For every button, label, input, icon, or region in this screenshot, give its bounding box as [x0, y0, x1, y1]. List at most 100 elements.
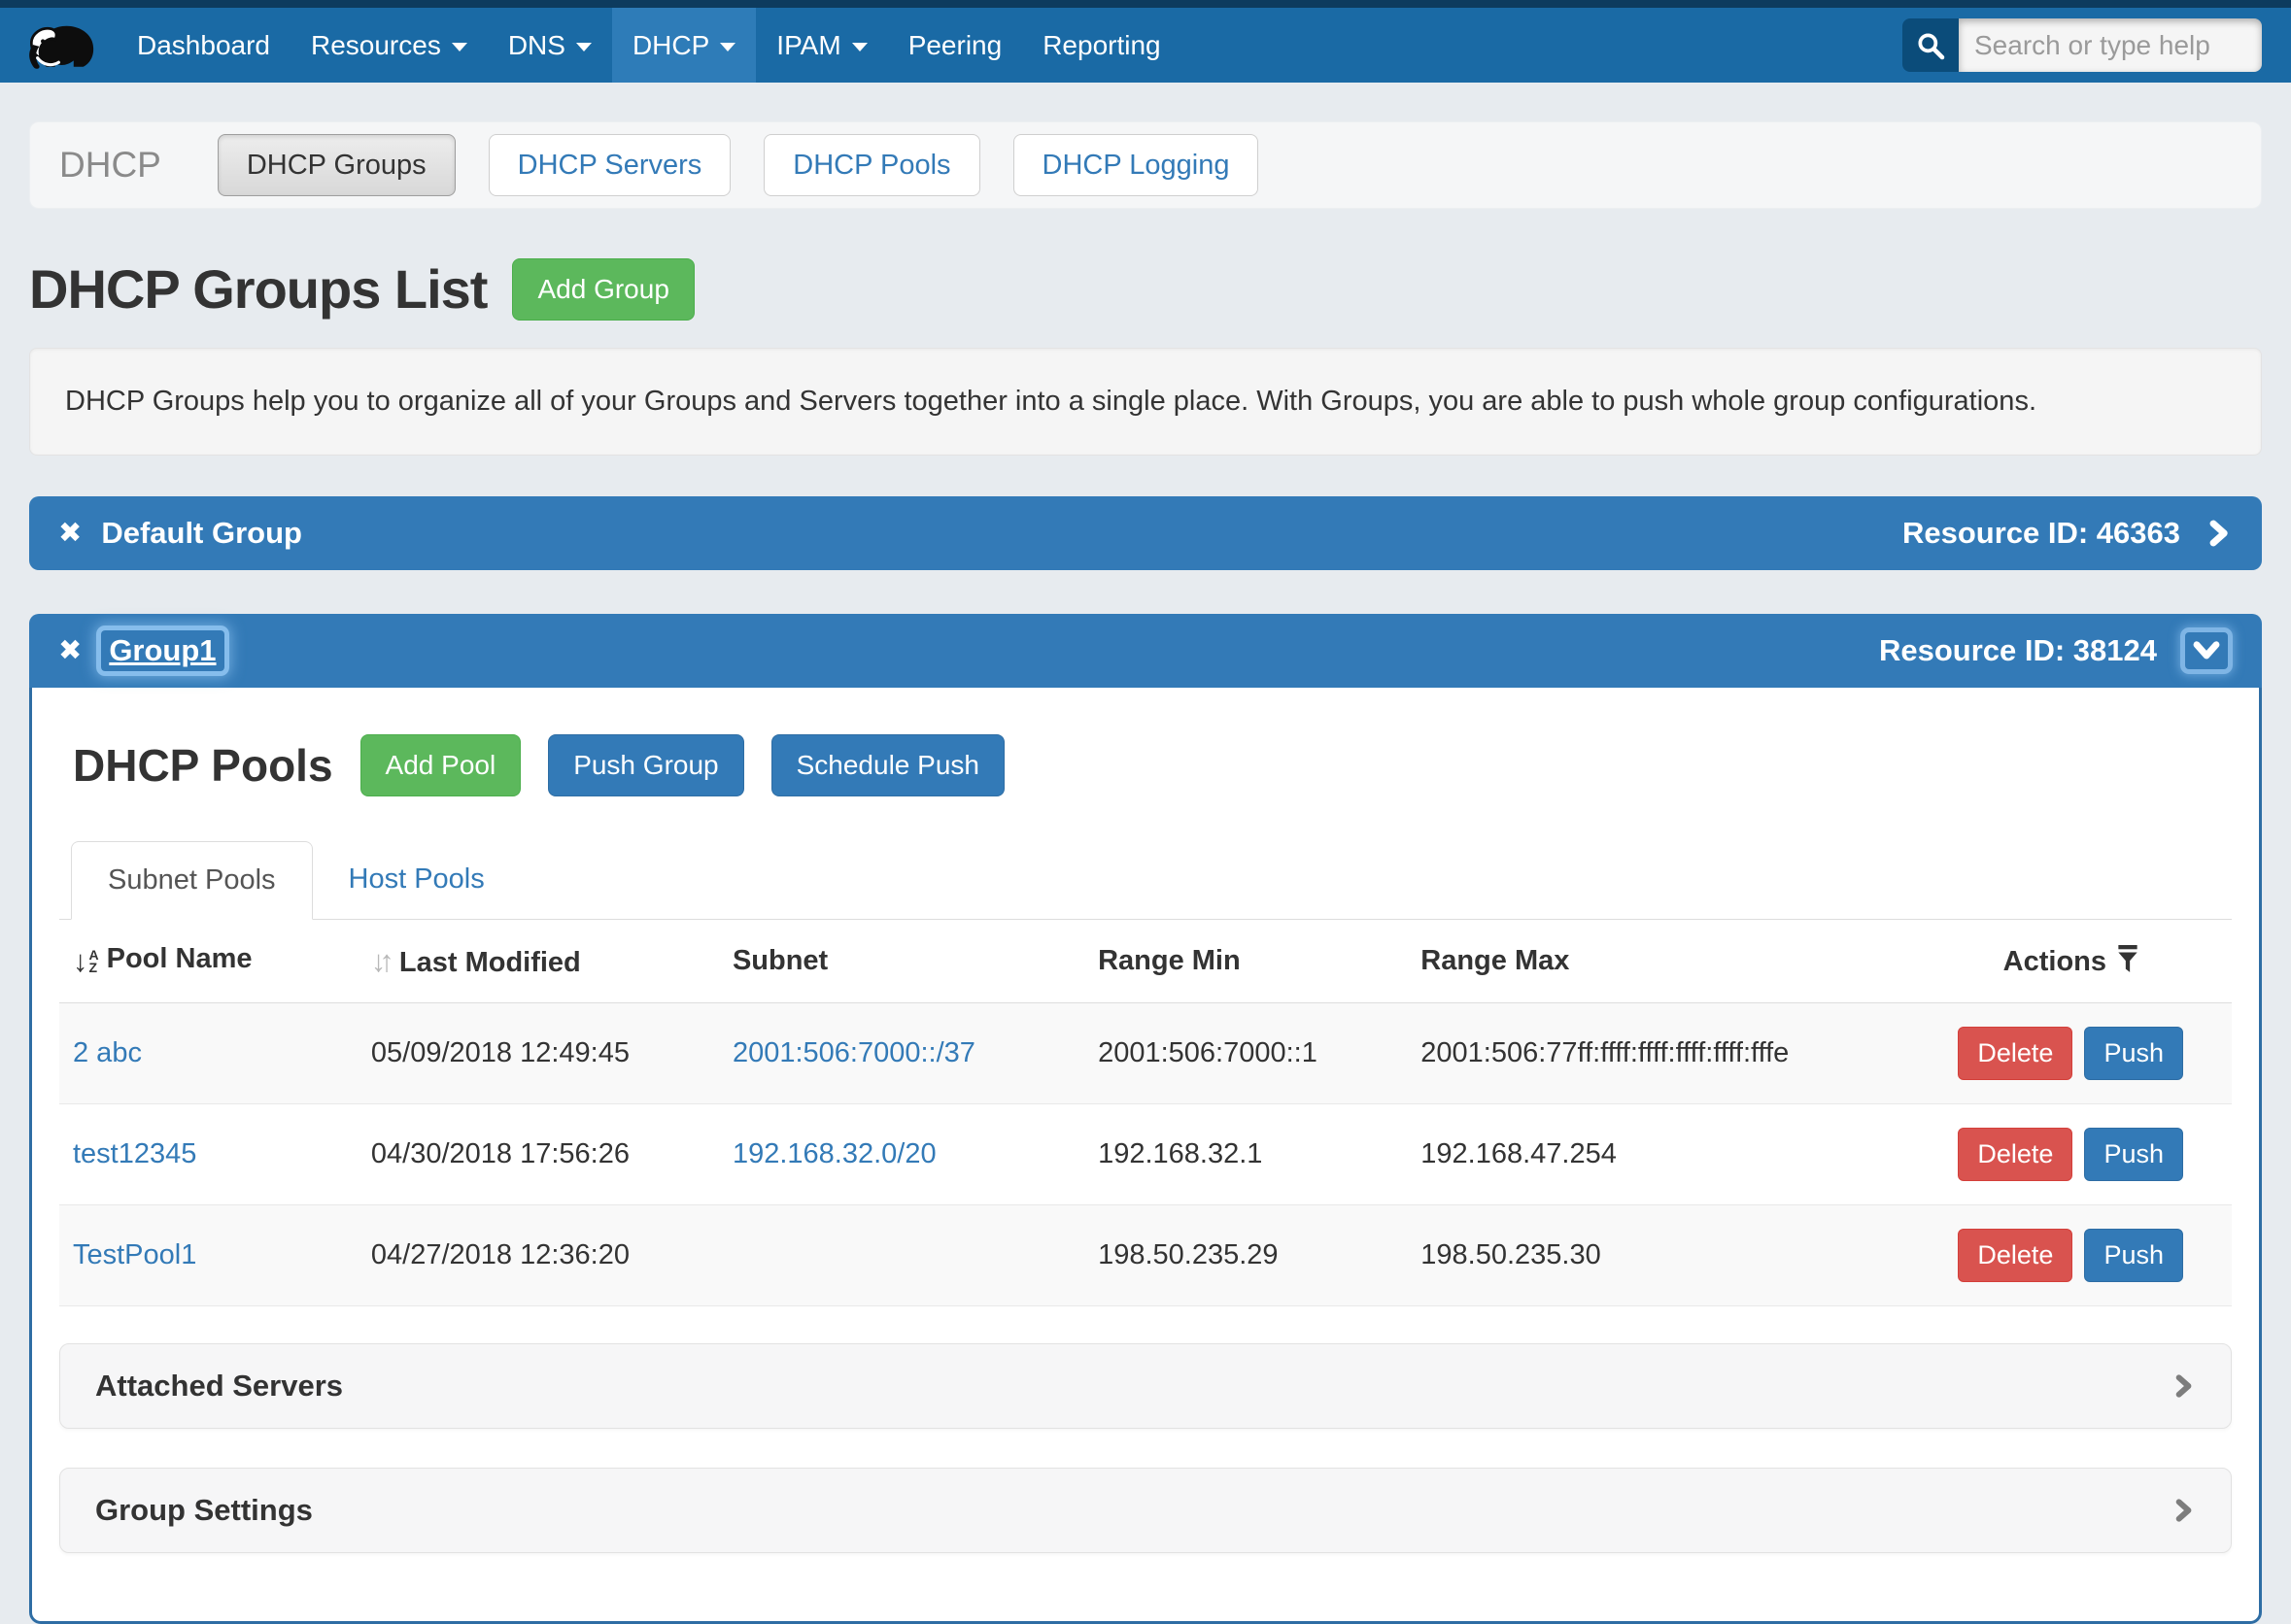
mammoth-logo-icon: [25, 17, 99, 74]
table-row: TestPool1 04/27/2018 12:36:20 198.50.235…: [59, 1205, 2232, 1306]
tab-subnet-pools[interactable]: Subnet Pools: [71, 841, 313, 920]
cell-actions: DeletePush: [1944, 1104, 2232, 1205]
cell-subnet: 192.168.32.0/20: [719, 1104, 1084, 1205]
header-last-modified[interactable]: ↓↑Last Modified: [358, 920, 719, 1003]
cell-range-max: 192.168.47.254: [1407, 1104, 1944, 1205]
header-pool-name[interactable]: ↓ AZ Pool Name: [59, 920, 358, 1003]
pool-name-link[interactable]: test12345: [73, 1138, 196, 1169]
chevron-right-icon[interactable]: [2204, 517, 2233, 550]
subnet-link[interactable]: 192.168.32.0/20: [733, 1138, 937, 1169]
caret-down-icon: [852, 43, 868, 51]
nav-ipam[interactable]: IPAM: [756, 8, 887, 83]
header-range-max[interactable]: Range Max: [1407, 920, 1944, 1003]
add-pool-button[interactable]: Add Pool: [360, 734, 522, 796]
group-panel-group1: ✖ Group1 Resource ID: 38124 DHCP Pools A…: [29, 614, 2262, 1624]
tab-dhcp-groups[interactable]: DHCP Groups: [218, 134, 456, 196]
tab-dhcp-servers[interactable]: DHCP Servers: [489, 134, 732, 196]
cell-range-min: 192.168.32.1: [1084, 1104, 1407, 1205]
nav-label: Reporting: [1043, 30, 1160, 61]
cell-last-modified: 05/09/2018 12:49:45: [358, 1003, 719, 1104]
pool-name-link[interactable]: TestPool1: [73, 1239, 196, 1270]
pools-table: ↓ AZ Pool Name ↓↑Last Modified Subnet Ra…: [59, 920, 2232, 1306]
delete-button[interactable]: Delete: [1958, 1027, 2072, 1080]
pool-tabs: Subnet Pools Host Pools: [59, 841, 2232, 920]
group-bar-group1[interactable]: ✖ Group1 Resource ID: 38124: [29, 614, 2262, 688]
cell-last-modified: 04/27/2018 12:36:20: [358, 1205, 719, 1306]
accordion-group-settings[interactable]: Group Settings: [59, 1468, 2232, 1553]
cell-subnet: [719, 1205, 1084, 1306]
group-name-link[interactable]: Group1: [101, 630, 223, 671]
group-bar-left: ✖ Default Group: [58, 516, 302, 551]
nav-peering[interactable]: Peering: [888, 8, 1023, 83]
header-actions[interactable]: Actions: [1944, 920, 2232, 1003]
group-bar-default[interactable]: ✖ Default Group Resource ID: 46363: [29, 496, 2262, 570]
cell-range-max: 2001:506:77ff:ffff:ffff:ffff:ffff:fffe: [1407, 1003, 1944, 1104]
remove-group-icon[interactable]: ✖: [58, 520, 82, 548]
pools-title: DHCP Pools: [73, 739, 333, 792]
table-header-row: ↓ AZ Pool Name ↓↑Last Modified Subnet Ra…: [59, 920, 2232, 1003]
nav-label: Dashboard: [137, 30, 270, 61]
description-well: DHCP Groups help you to organize all of …: [29, 348, 2262, 456]
chevron-right-icon: [2171, 1496, 2196, 1525]
add-group-button[interactable]: Add Group: [512, 258, 694, 321]
group-bar-right: Resource ID: 38124: [1879, 627, 2233, 674]
header-subnet[interactable]: Subnet: [719, 920, 1084, 1003]
caret-down-icon: [720, 43, 735, 51]
remove-group-icon[interactable]: ✖: [58, 637, 82, 665]
search-input[interactable]: [1959, 18, 2262, 72]
page-container: DHCP DHCP Groups DHCP Servers DHCP Pools…: [29, 121, 2262, 1624]
table-row: test12345 04/30/2018 17:56:26 192.168.32…: [59, 1104, 2232, 1205]
dhcp-tabbar: DHCP DHCP Groups DHCP Servers DHCP Pools…: [29, 121, 2262, 209]
header-range-min[interactable]: Range Min: [1084, 920, 1407, 1003]
schedule-push-button[interactable]: Schedule Push: [771, 734, 1005, 796]
push-group-button[interactable]: Push Group: [548, 734, 743, 796]
nav-spacer: [1181, 8, 1902, 83]
chevron-right-icon: [2171, 1371, 2196, 1401]
push-button[interactable]: Push: [2084, 1128, 2183, 1181]
cell-actions: DeletePush: [1944, 1205, 2232, 1306]
tab-dhcp-logging[interactable]: DHCP Logging: [1013, 134, 1259, 196]
nav-dns[interactable]: DNS: [488, 8, 612, 83]
nav-resources[interactable]: Resources: [291, 8, 488, 83]
cell-range-max: 198.50.235.30: [1407, 1205, 1944, 1306]
delete-button[interactable]: Delete: [1958, 1128, 2072, 1181]
chevron-down-icon: [2192, 638, 2221, 663]
nav-label: Peering: [908, 30, 1003, 61]
accordion-attached-servers[interactable]: Attached Servers: [59, 1343, 2232, 1429]
page-head: DHCP Groups List Add Group: [29, 257, 2262, 321]
group-name: Default Group: [101, 516, 302, 551]
caret-down-icon: [452, 43, 467, 51]
tab-dhcp-pools[interactable]: DHCP Pools: [764, 134, 979, 196]
nav-menu: Dashboard Resources DNS DHCP IPAM Peerin…: [117, 8, 1181, 83]
search-group: [1902, 18, 2262, 72]
table-row: 2 abc 05/09/2018 12:49:45 2001:506:7000:…: [59, 1003, 2232, 1104]
accordion-title: Attached Servers: [95, 1369, 343, 1404]
delete-button[interactable]: Delete: [1958, 1229, 2072, 1282]
navbar-top-strip: [0, 0, 2291, 8]
nav-dashboard[interactable]: Dashboard: [117, 8, 291, 83]
push-button[interactable]: Push: [2084, 1229, 2183, 1282]
top-navbar: Dashboard Resources DNS DHCP IPAM Peerin…: [0, 8, 2291, 83]
nav-reporting[interactable]: Reporting: [1022, 8, 1180, 83]
collapse-toggle-button[interactable]: [2180, 627, 2233, 674]
app-logo[interactable]: [25, 8, 99, 83]
subnet-link[interactable]: 2001:506:7000::/37: [733, 1037, 975, 1068]
cell-pool-name: test12345: [59, 1104, 358, 1205]
cell-subnet: 2001:506:7000::/37: [719, 1003, 1084, 1104]
sort-alpha-icon: ↓ AZ: [73, 944, 99, 979]
cell-pool-name: TestPool1: [59, 1205, 358, 1306]
group1-body: DHCP Pools Add Pool Push Group Schedule …: [29, 688, 2262, 1624]
filter-icon[interactable]: [2116, 945, 2139, 974]
cell-range-min: 198.50.235.29: [1084, 1205, 1407, 1306]
cell-last-modified: 04/30/2018 17:56:26: [358, 1104, 719, 1205]
resource-id-label: Resource ID: 38124: [1879, 633, 2157, 668]
push-button[interactable]: Push: [2084, 1027, 2183, 1080]
search-button[interactable]: [1902, 18, 1959, 72]
cell-pool-name: 2 abc: [59, 1003, 358, 1104]
sort-icon: ↓↑: [371, 944, 388, 978]
tab-host-pools[interactable]: Host Pools: [313, 841, 521, 919]
pool-name-link[interactable]: 2 abc: [73, 1037, 142, 1068]
nav-dhcp[interactable]: DHCP: [612, 8, 756, 83]
tabbar-buttons: DHCP Groups DHCP Servers DHCP Pools DHCP…: [218, 134, 1259, 196]
cell-range-min: 2001:506:7000::1: [1084, 1003, 1407, 1104]
